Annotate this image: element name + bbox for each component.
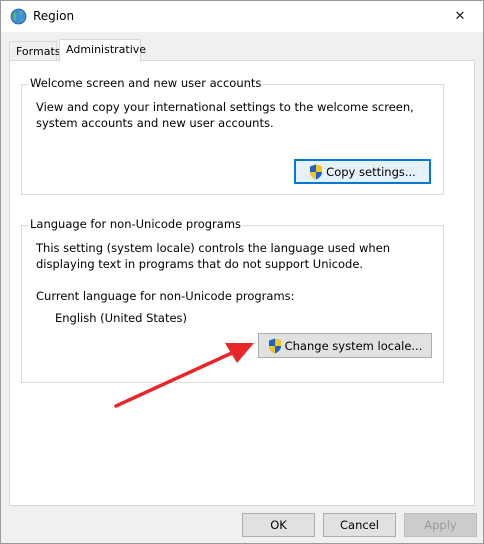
current-language-value: English (United States) — [55, 311, 188, 325]
uac-shield-icon — [268, 338, 281, 353]
cancel-label: Cancel — [340, 518, 379, 532]
locale-description: This setting (system locale) controls th… — [36, 241, 391, 271]
tab-administrative[interactable]: Administrative — [59, 39, 146, 62]
current-language-label: Current language for non-Unicode program… — [36, 289, 295, 303]
cancel-button[interactable]: Cancel — [323, 513, 396, 537]
apply-button[interactable]: Apply — [404, 513, 477, 537]
globe-icon — [10, 8, 27, 25]
close-icon: ✕ — [454, 9, 466, 24]
ok-button[interactable]: OK — [242, 513, 315, 537]
change-system-locale-label: Change system locale... — [284, 338, 423, 353]
ok-label: OK — [270, 518, 287, 532]
locale-group: Language for non-Unicode programs This s… — [21, 217, 444, 383]
tab-administrative-label: Administrative — [66, 43, 147, 56]
close-button[interactable]: ✕ — [437, 1, 483, 32]
copy-settings-button[interactable]: Copy settings... — [294, 159, 431, 184]
tab-formats-label: Formats — [16, 45, 61, 58]
welcome-group-legend: Welcome screen and new user accounts — [28, 76, 264, 90]
title-bar: Region ✕ — [1, 1, 483, 32]
change-system-locale-button[interactable]: Change system locale... — [258, 333, 432, 358]
administrative-panel: Welcome screen and new user accounts Vie… — [9, 60, 475, 506]
uac-shield-icon — [310, 164, 323, 179]
region-dialog: Region ✕ Formats Administrative Welcome … — [0, 0, 484, 544]
window-title: Region — [33, 9, 75, 23]
welcome-group: Welcome screen and new user accounts Vie… — [21, 76, 444, 195]
welcome-description: View and copy your international setting… — [36, 100, 414, 130]
tab-formats[interactable]: Formats — [9, 41, 61, 61]
copy-settings-label: Copy settings... — [326, 164, 416, 179]
tab-strip: Formats Administrative — [9, 39, 475, 62]
locale-group-legend: Language for non-Unicode programs — [28, 217, 244, 231]
apply-label: Apply — [424, 518, 457, 532]
